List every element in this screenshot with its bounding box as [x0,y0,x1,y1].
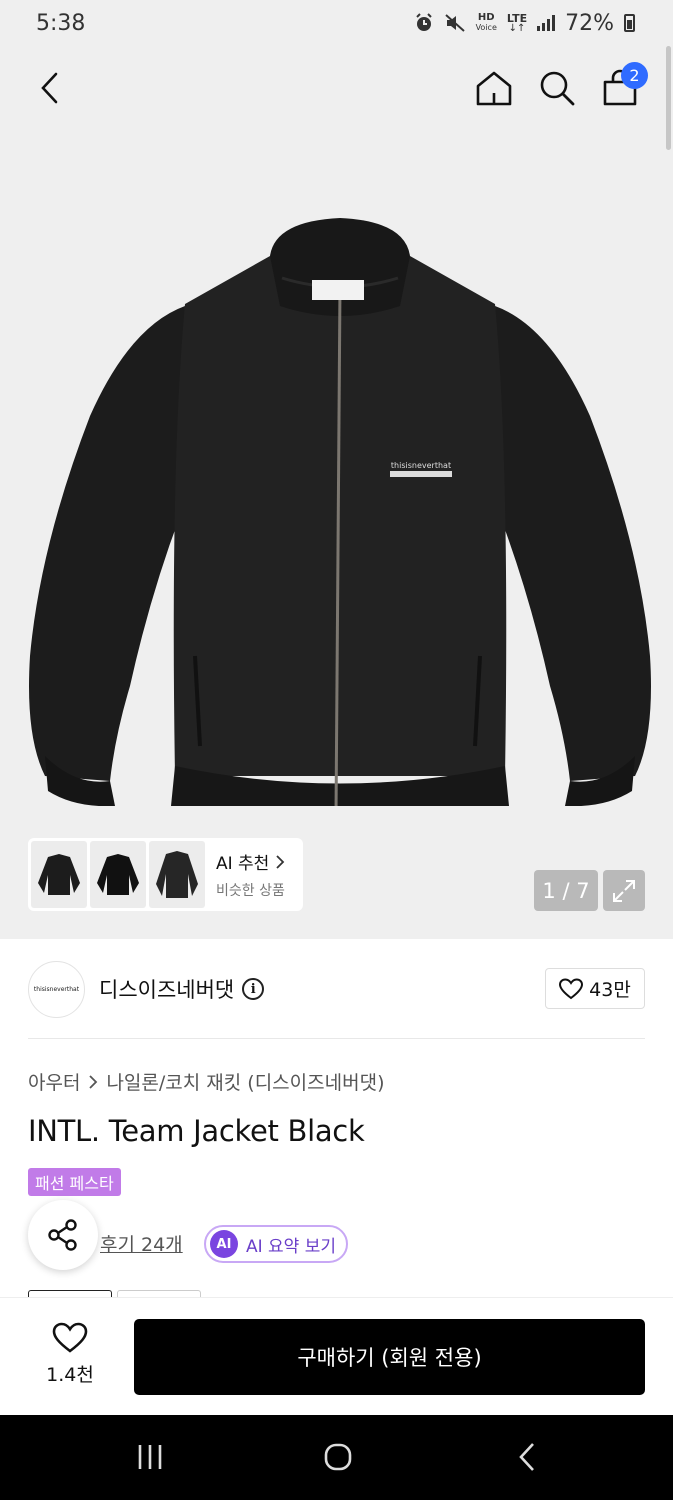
status-bar: 5:38 HD Voice LTE ↓↑ 72% [0,0,673,46]
ai-recommendation-subtitle: 비슷한 상품 [216,883,285,899]
wishlist-count: 1.4천 [46,1364,94,1386]
voice-label: Voice [475,23,497,32]
search-button[interactable] [533,64,581,112]
home-circle-icon [324,1443,352,1471]
recommendation-thumbnail[interactable] [90,841,146,908]
page-indicator: 1 / 7 [534,870,598,911]
back-button[interactable] [26,64,74,112]
brand-like-button[interactable]: 43만 [545,968,645,1009]
alarm-icon [415,13,432,31]
expand-button[interactable] [603,870,645,911]
status-icons: HD Voice LTE ↓↑ 72% [414,11,635,36]
back-system-button[interactable] [497,1435,557,1479]
home-system-button[interactable] [308,1435,368,1479]
share-icon [48,1219,77,1251]
recommendation-thumbnail[interactable] [31,841,87,908]
ai-recommendation-title: AI 추천 [216,854,270,874]
mute-icon [444,14,465,32]
lte-arrows-icon: ↓↑ [508,22,526,34]
battery-percent: 72% [565,10,614,36]
ai-recommendation-text[interactable]: AI 추천 비슷한 상품 [216,849,285,900]
ai-badge-icon: AI [210,1230,238,1258]
cart-button[interactable]: 2 [596,62,648,112]
recent-apps-button[interactable] [120,1435,180,1479]
recent-apps-icon [138,1445,162,1469]
chevron-right-icon [276,854,285,869]
home-icon [476,71,512,106]
buy-button[interactable]: 구매하기 (회원 전용) [134,1319,645,1395]
chest-print-text: thisisneverthat [391,461,451,470]
home-button[interactable] [470,64,518,112]
promo-tag[interactable]: 패션 페스타 [28,1168,121,1196]
share-button[interactable] [28,1200,98,1270]
jacket-thumbnail-image [38,853,80,895]
ai-summary-button[interactable]: AI AI 요약 보기 [204,1225,349,1263]
top-nav: 2 [0,46,673,130]
hd-label: HD [477,12,495,23]
breadcrumb-subcategory[interactable]: 나일론/코치 재킷 (디스이즈네버댓) [106,1068,384,1095]
ai-summary-label: AI 요약 보기 [246,1236,337,1257]
system-navigation-bar [0,1415,673,1500]
expand-icon [613,879,635,902]
recommendation-thumbnail[interactable] [149,841,205,908]
back-arrow-icon [519,1443,534,1471]
product-gallery[interactable]: 2 thisisneverthat AI 추천 비슷한 상품 1 / 7 [0,46,673,939]
bottom-action-bar: 1.4천 구매하기 (회원 전용) [0,1297,673,1415]
divider [28,1038,645,1039]
info-icon[interactable]: i [242,978,265,1000]
wishlist-button[interactable]: 1.4천 [30,1322,110,1392]
hd-voice-icon: HD Voice [476,13,497,33]
battery-icon [624,14,635,32]
brand-logo-text: thisisneverthat [33,985,80,993]
brand-row: thisisneverthat 디스이즈네버댓 i 43만 [28,960,645,1018]
search-icon [540,71,575,106]
breadcrumb-category[interactable]: 아우터 [28,1068,80,1095]
jacket-thumbnail-image [156,850,198,898]
product-image[interactable]: thisisneverthat [20,216,660,806]
chevron-left-icon [41,72,58,104]
review-link[interactable]: 후기 24개 [100,1230,183,1257]
product-title: INTL. Team Jacket Black [28,1114,365,1148]
breadcrumb: 아우터 나일론/코치 재킷 (디스이즈네버댓) [28,1068,384,1095]
info-symbol: i [250,981,256,997]
lte-label: LTE [506,11,528,25]
brand-logo[interactable]: thisisneverthat [28,960,85,1018]
heart-icon [559,977,584,999]
cart-count-badge: 2 [621,62,648,89]
heart-icon [52,1322,88,1353]
jacket-thumbnail-image [97,853,139,895]
lte-icon: LTE ↓↑ [507,13,527,34]
brand-name[interactable]: 디스이즈네버댓 [99,974,234,1004]
scrollbar[interactable] [666,46,671,150]
brand-like-count: 43만 [589,979,631,1001]
chevron-right-icon [89,1074,98,1089]
signal-icon [537,15,556,31]
status-time: 5:38 [36,10,86,36]
ai-recommendation-card[interactable]: AI 추천 비슷한 상품 [28,838,303,911]
